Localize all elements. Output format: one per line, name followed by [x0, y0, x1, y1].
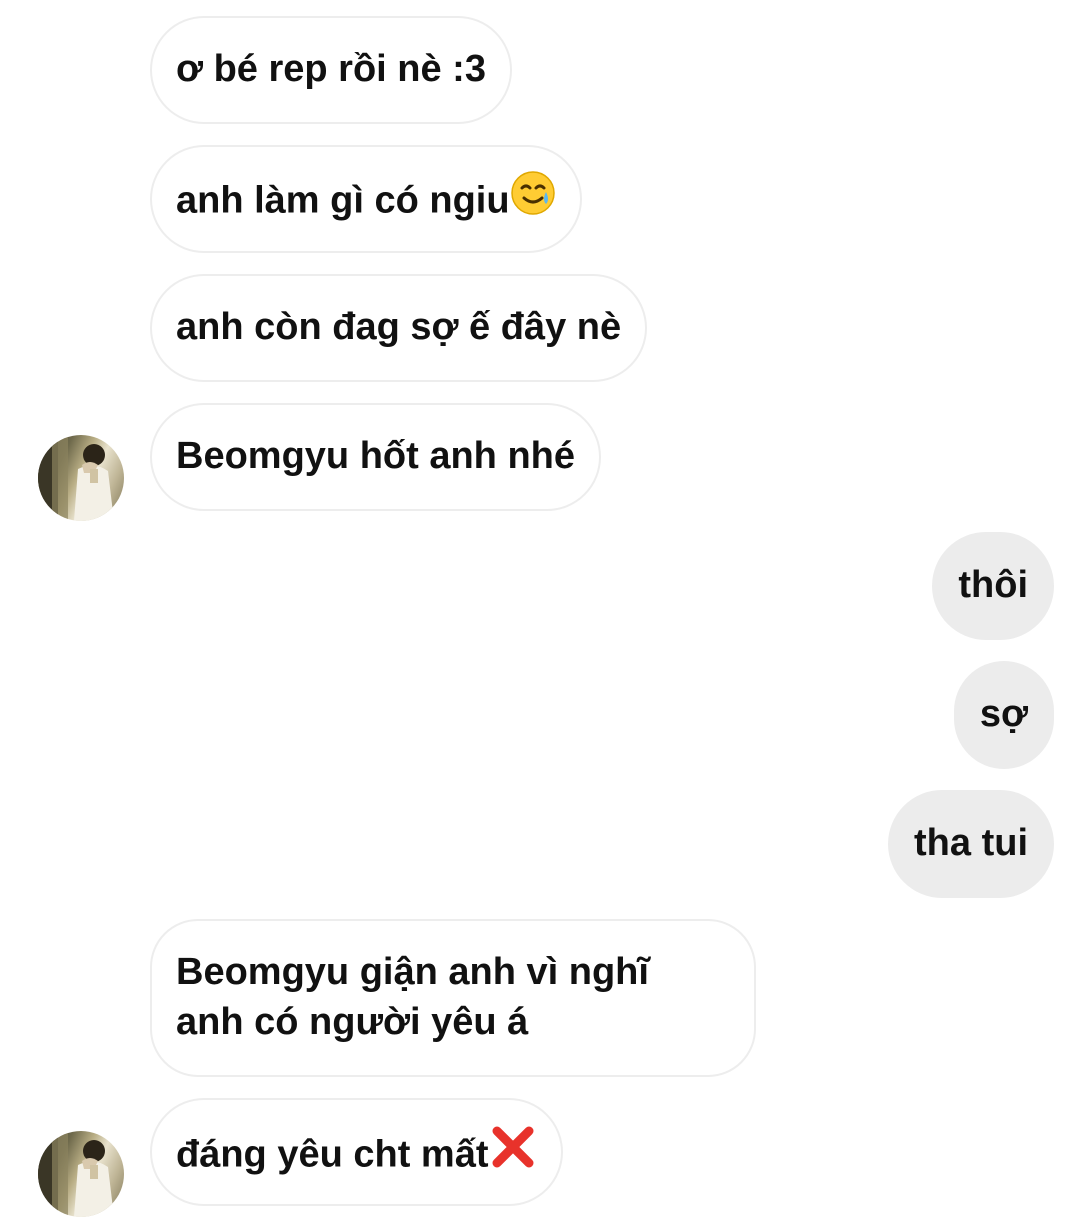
message-bubble-outgoing[interactable]: tha tui	[888, 790, 1054, 898]
message-bubble-outgoing[interactable]: sợ	[953, 661, 1054, 769]
message-bubble-incoming[interactable]: Beomgyu giận anh vì nghĩ anh có người yê…	[150, 919, 756, 1077]
message-bubble-incoming[interactable]: anh còn đag sợ ế đây nè	[150, 274, 648, 382]
smiling-face-with-tear-emoji	[510, 170, 556, 229]
message-text: anh còn đag sợ ế đây nè	[176, 306, 622, 348]
message-text-line: Beomgyu giận anh vì nghĩ	[176, 951, 649, 993]
person-photo-icon	[38, 1131, 114, 1217]
message-bubble-incoming[interactable]: anh làm gì có ngiu	[150, 145, 582, 253]
contact-avatar[interactable]	[38, 435, 124, 521]
message-text-line: anh có người yêu á	[176, 1001, 529, 1043]
cross-mark-emoji	[489, 1123, 537, 1184]
message-text: đáng yêu cht mất	[176, 1133, 489, 1176]
message-bubble-outgoing[interactable]: thôi	[932, 532, 1054, 640]
contact-avatar[interactable]	[38, 1131, 124, 1217]
message-bubble-incoming[interactable]: ơ bé rep rồi nè :3	[150, 16, 512, 124]
message-bubble-incoming[interactable]: Beomgyu hốt anh nhé	[150, 403, 601, 511]
message-text: tha tui	[914, 822, 1028, 864]
message-text: Beomgyu hốt anh nhé	[176, 435, 575, 477]
message-text: sợ	[979, 693, 1028, 735]
message-text: ơ bé rep rồi nè :3	[176, 48, 486, 90]
message-bubble-incoming[interactable]: đáng yêu cht mất	[150, 1098, 563, 1206]
person-photo-icon	[38, 435, 114, 521]
message-text: anh làm gì có ngiu	[176, 179, 510, 222]
message-text: thôi	[958, 564, 1028, 606]
